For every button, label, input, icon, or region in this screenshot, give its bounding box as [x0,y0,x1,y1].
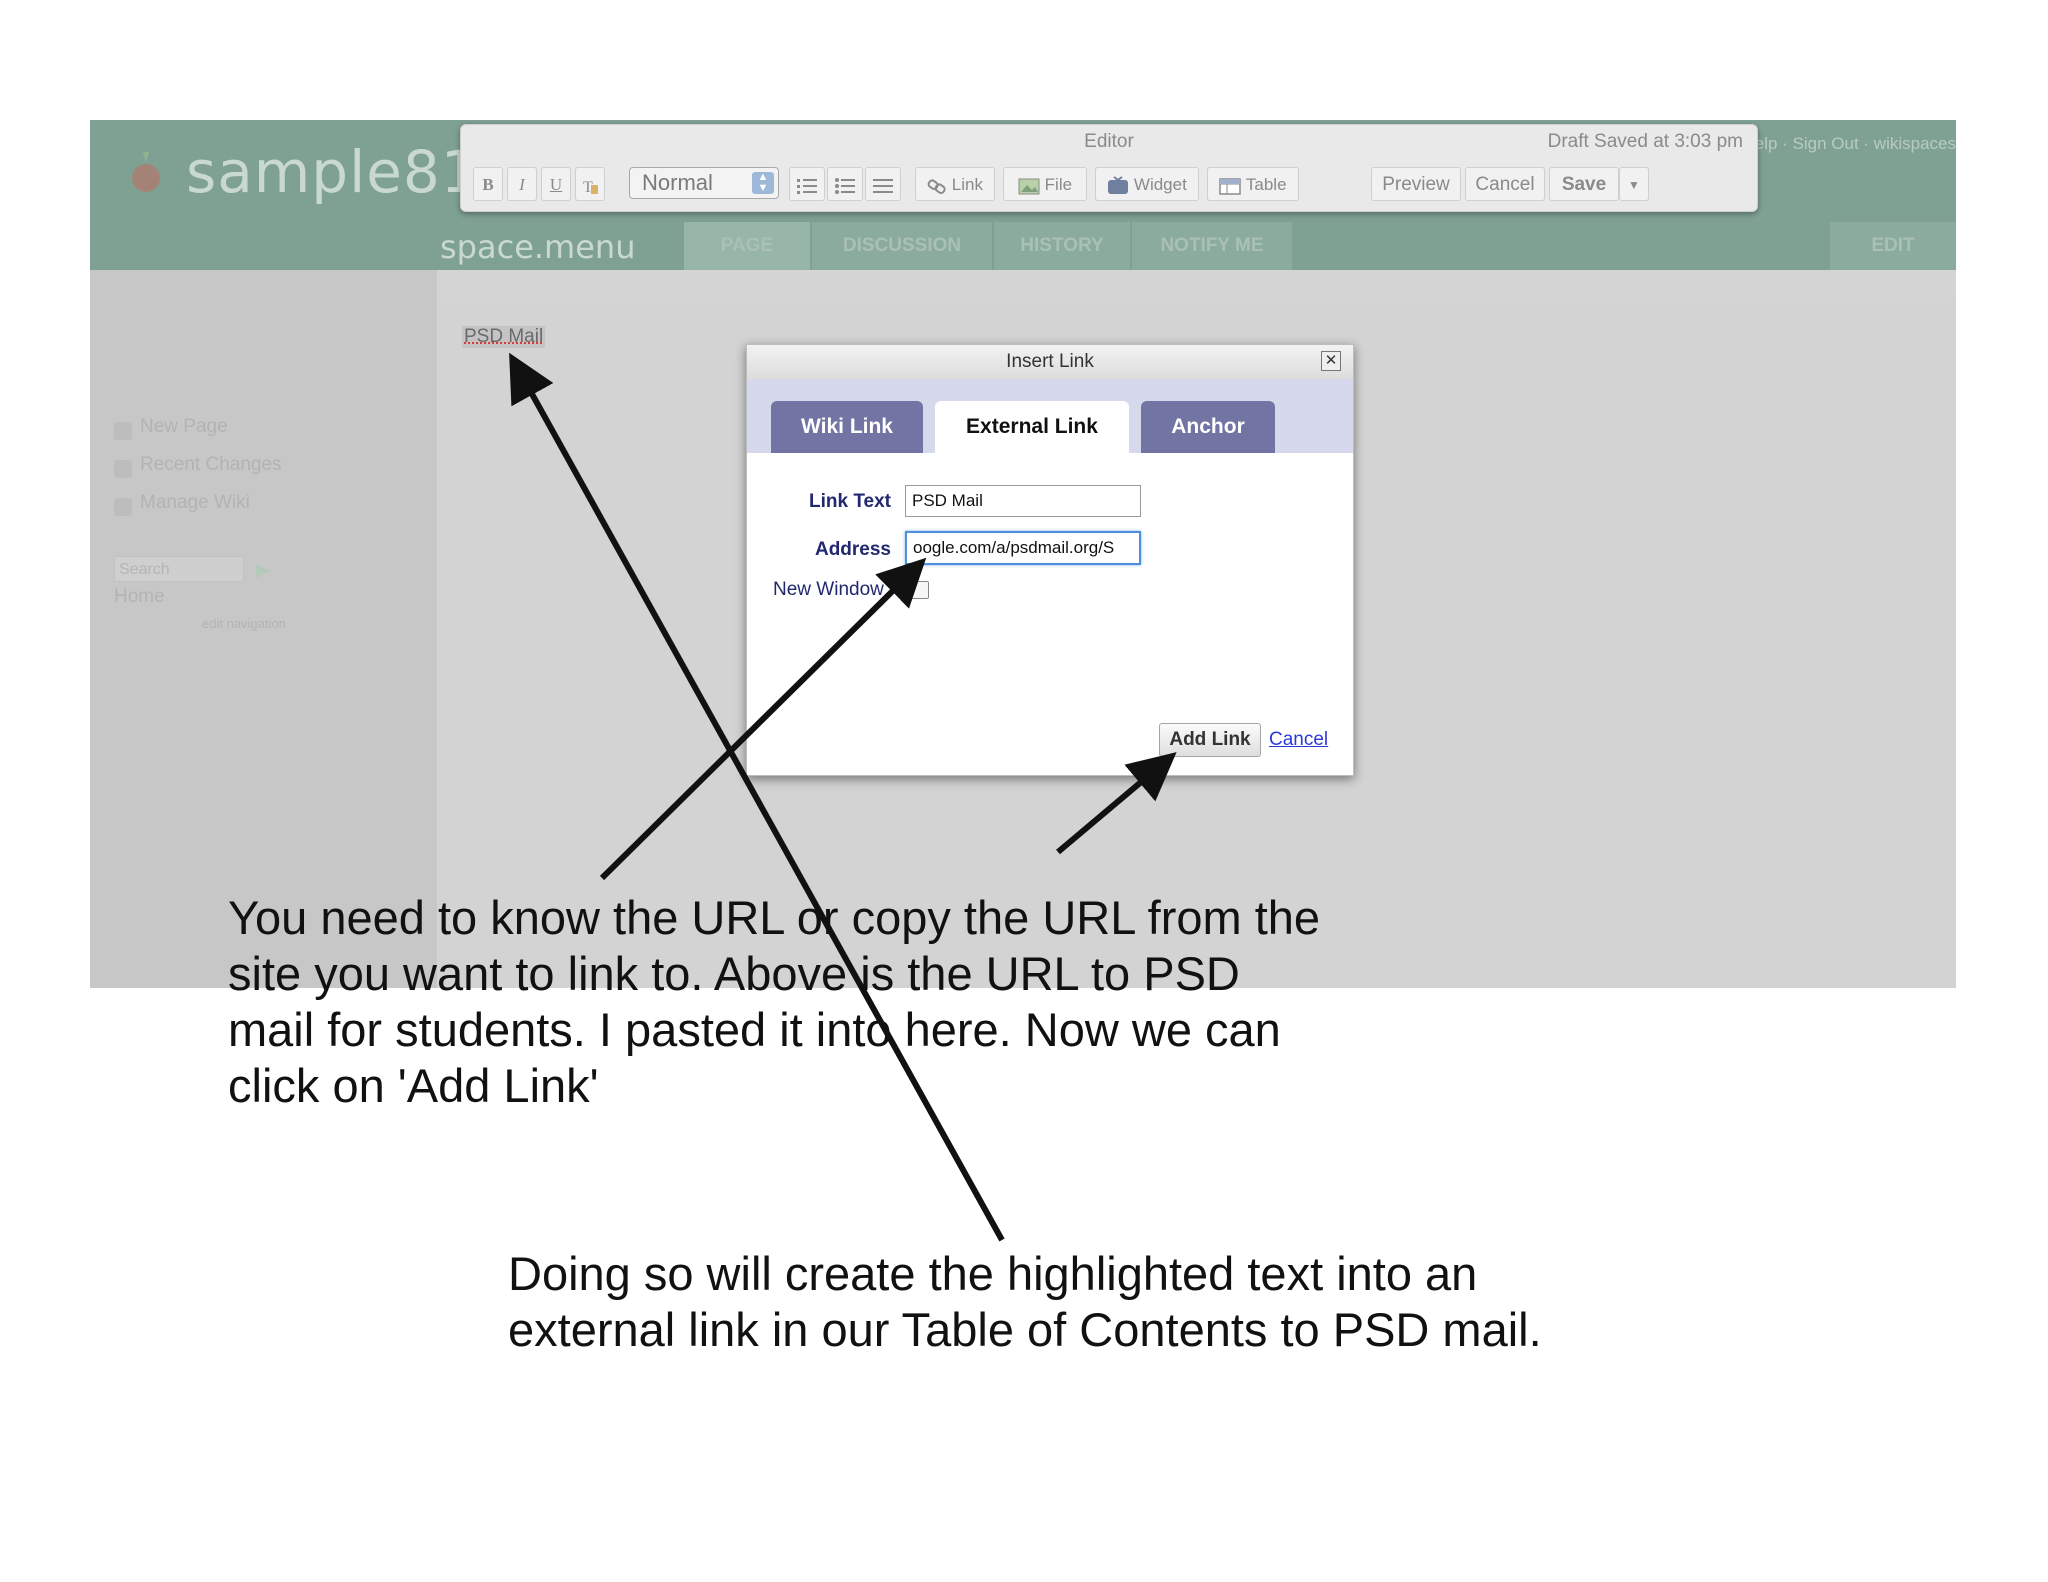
widget-button-label: Widget [1133,175,1187,194]
link-text-field[interactable]: PSD Mail [905,485,1141,517]
table-button-label: Table [1245,175,1287,194]
tab-discussion[interactable]: DISCUSSION [812,222,992,270]
tab-anchor[interactable]: Anchor [1141,401,1275,453]
widget-tv-icon [1108,175,1129,194]
format-select[interactable]: Normal ▲ ▼ [629,167,779,199]
cancel-edit-button[interactable]: Cancel [1465,167,1545,201]
file-button[interactable]: File [1003,167,1087,201]
bullet-list-icon [835,177,855,194]
sidebar-home-link[interactable]: Home [114,586,165,608]
tab-history[interactable]: HISTORY [994,222,1130,270]
top-links[interactable]: · Help · Sign Out · wikispaces [1732,134,1956,154]
tab-edit[interactable]: EDIT [1830,222,1956,270]
space-menu-title: space.menu [440,228,636,266]
horizontal-rule-button[interactable] [865,167,901,201]
table-grid-icon [1219,177,1242,195]
wrench-icon [114,498,132,516]
dialog-tabbar: Wiki Link External Link Anchor [747,379,1353,453]
dialog-title: Insert Link [1006,351,1094,372]
address-field[interactable]: oogle.com/a/psdmail.org/S [905,531,1141,565]
new-window-label: New Window [773,579,884,600]
numbered-list-button[interactable] [789,167,825,201]
annotation-note-result: Doing so will create the highlighted tex… [508,1247,1542,1356]
tab-wiki-link[interactable]: Wiki Link [771,401,923,453]
tab-external-link[interactable]: External Link [935,401,1129,453]
numbered-list-icon [797,178,817,194]
bold-button[interactable]: B [473,167,503,201]
draft-status: Draft Saved at 3:03 pm [1547,131,1743,152]
italic-button[interactable]: I [507,167,537,201]
select-arrows-icon: ▲ ▼ [752,172,774,194]
widget-button[interactable]: Widget [1095,167,1199,201]
calendar-icon [114,460,132,478]
editor-toolbar: Editor Draft Saved at 3:03 pm B I U T No… [460,124,1758,212]
sidebar-search-input[interactable]: Search [114,556,244,582]
wikispaces-logo-icon [132,152,160,192]
horizontal-rule-icon [873,178,893,193]
link-button-label: Link [951,175,983,194]
sidebar-item-recent-changes[interactable]: Recent Changes [140,454,282,476]
link-text-label: Link Text [809,491,891,512]
table-button[interactable]: Table [1207,167,1299,201]
format-select-value: Normal [642,170,713,195]
file-button-label: File [1044,175,1073,194]
cancel-link[interactable]: Cancel [1269,729,1328,751]
save-button[interactable]: Save [1549,167,1619,201]
annotation-note-url: You need to know the URL or copy the URL… [228,891,1321,1112]
image-file-icon [1018,178,1040,195]
new-page-icon [114,422,132,440]
edit-navigation-link[interactable]: edit navigation [202,616,286,631]
dialog-titlebar[interactable]: Insert Link ✕ [747,345,1353,380]
bullet-list-button[interactable] [827,167,863,201]
text-color-button[interactable]: T [575,167,605,201]
site-logo-text[interactable]: sample81 [186,138,479,206]
wiki-screenshot: sample81 · Help · Sign Out · wikispaces … [90,120,1956,988]
preview-button[interactable]: Preview [1371,167,1461,201]
save-options-button[interactable]: ▼ [1619,167,1649,201]
insert-link-dialog: Insert Link ✕ Wiki Link External Link An… [746,344,1354,776]
address-label: Address [814,539,891,560]
underline-button[interactable]: U [541,167,571,201]
sidebar-item-manage-wiki[interactable]: Manage Wiki [140,492,250,514]
highlighted-page-text[interactable]: PSD Mail [462,326,546,348]
link-button[interactable]: Link [915,167,995,201]
chevron-down-icon: ▼ [1628,178,1640,192]
tab-notify-me[interactable]: NOTIFY ME [1132,222,1292,270]
link-chain-icon [927,178,946,194]
sidebar: New Page Recent Changes Manage Wiki Sear… [90,270,437,988]
tab-page[interactable]: PAGE [684,222,810,270]
sidebar-item-new-page[interactable]: New Page [140,416,228,438]
new-window-checkbox[interactable] [911,581,929,599]
search-go-icon[interactable] [252,560,274,582]
text-color-icon: T [583,179,598,195]
close-icon[interactable]: ✕ [1321,351,1341,371]
add-link-button[interactable]: Add Link [1159,723,1261,757]
